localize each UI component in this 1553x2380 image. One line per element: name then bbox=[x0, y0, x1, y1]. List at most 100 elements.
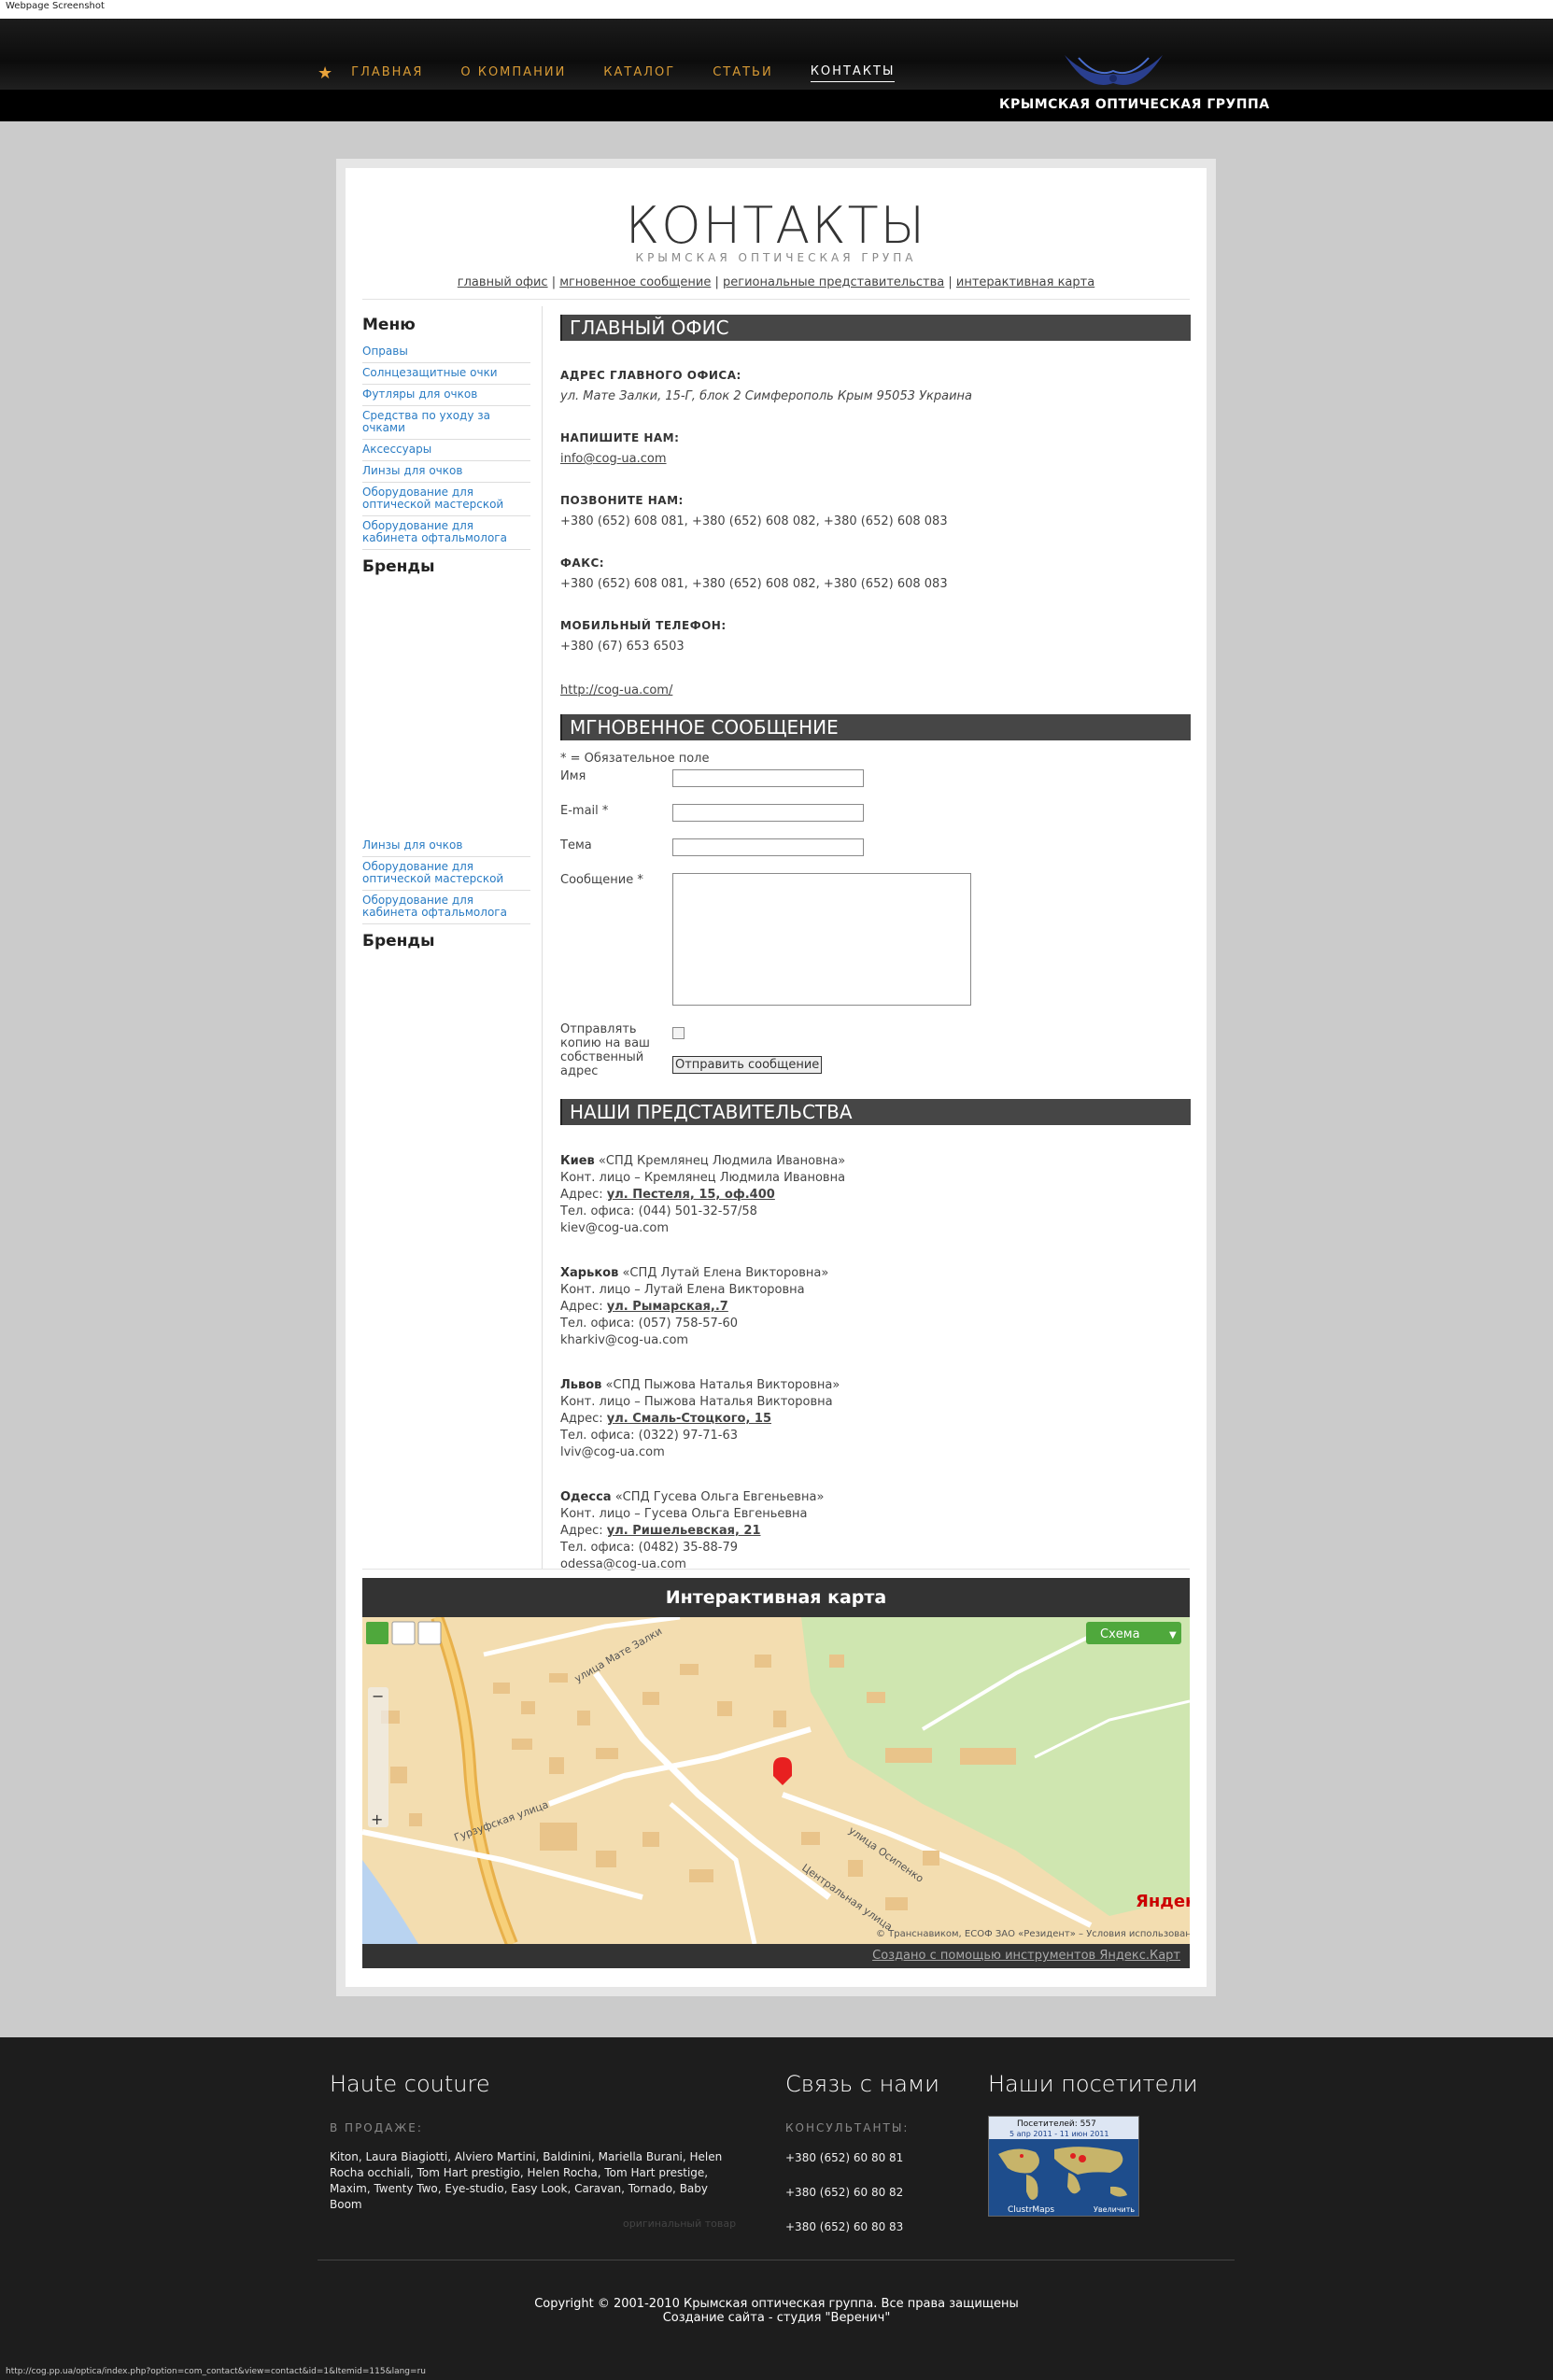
sidebar-item-ophthalmology[interactable]: Оборудование для кабинета офтальмолога bbox=[362, 516, 530, 550]
nav-contacts[interactable]: КОНТАКТЫ bbox=[810, 64, 896, 82]
content-panel: КОНТАКТЫ КРЫМСКАЯ ОПТИЧЕСКАЯ ГРУПА главн… bbox=[336, 159, 1216, 1996]
svg-text:−: − bbox=[372, 1687, 384, 1705]
copy-checkbox[interactable] bbox=[672, 1027, 685, 1039]
section-links: главный офис | мгновенное сообщение | ре… bbox=[457, 275, 1095, 289]
rep-address-link[interactable]: ул. Ришельевская, 21 bbox=[607, 1524, 761, 1538]
nav-catalog[interactable]: КАТАЛОГ bbox=[603, 65, 675, 82]
divider bbox=[362, 1569, 1190, 1570]
map-copyright: © Транснавиком, ЕСОФ ЗАО «Резидент» – Ус… bbox=[876, 1929, 1190, 1939]
section-representatives: НАШИ ПРЕДСТАВИТЕЛЬСТВА bbox=[560, 1099, 1191, 1125]
footer-col1-sub: В ПРОДАЖЕ: bbox=[330, 2121, 423, 2134]
svg-text:+: + bbox=[371, 1810, 383, 1828]
email-link[interactable]: info@cog-ua.com bbox=[560, 452, 667, 466]
map-footer-link[interactable]: Создано с помощью инструментов Яндекс.Ка… bbox=[362, 1944, 1190, 1968]
address-value: ул. Мате Залки, 15-Г, блок 2 Симферополь… bbox=[560, 389, 973, 403]
yandex-map[interactable]: Схема ▼ − + Гурзуфская улица улица Мате … bbox=[362, 1617, 1190, 1944]
sidebar-item-care[interactable]: Средства по уходу за очками bbox=[362, 406, 530, 440]
link-regional-offices[interactable]: региональные представительства bbox=[723, 275, 944, 289]
star-icon: ★ bbox=[318, 63, 333, 83]
fax-label: ФАКС: bbox=[560, 556, 605, 570]
studio-credit: Создание сайта - студия "Веренич" bbox=[662, 2311, 891, 2325]
name-label: Имя bbox=[560, 769, 586, 783]
nav-articles[interactable]: СТАТЬИ bbox=[713, 65, 773, 82]
rep-address-link[interactable]: ул. Рымарская,.7 bbox=[607, 1300, 728, 1314]
mobile-label: МОБИЛЬНЫЙ ТЕЛЕФОН: bbox=[560, 619, 727, 632]
rep-odessa: Одесса «СПД Гусева Ольга Евгеньевна» Кон… bbox=[560, 1490, 825, 1571]
required-note: * = Обязательное поле bbox=[560, 752, 710, 766]
rep-kharkiv: Харьков «СПД Лутай Елена Викторовна» Кон… bbox=[560, 1266, 829, 1347]
footer-col2-title: Связь с нами bbox=[785, 2071, 939, 2097]
site-footer bbox=[0, 2037, 1553, 2380]
message-textarea[interactable] bbox=[672, 873, 971, 1006]
sidebar-item-frames[interactable]: Оправы bbox=[362, 342, 530, 363]
sidebar-item-sunglasses[interactable]: Солнцезащитные очки bbox=[362, 363, 530, 385]
fax-value: +380 (652) 608 081, +380 (652) 608 082, … bbox=[560, 577, 948, 591]
site-header: ★ ГЛАВНАЯ О КОМПАНИИ КАТАЛОГ СТАТЬИ КОНТ… bbox=[0, 19, 1553, 90]
world-map-icon: Посетителей: 557 5 апр 2011 - 11 июн 201… bbox=[989, 2117, 1138, 2216]
sidebar-item-workshop-2[interactable]: Оборудование для оптической мастерской bbox=[362, 857, 530, 891]
rep-address-link[interactable]: ул. Пестеля, 15, оф.400 bbox=[607, 1188, 775, 1202]
message-label: Сообщение * bbox=[560, 873, 643, 887]
svg-text:5 апр 2011 - 11 июн 2011: 5 апр 2011 - 11 июн 2011 bbox=[1009, 2130, 1109, 2138]
sidebar-brands-area bbox=[362, 584, 530, 836]
footer-note: оригинальный товар bbox=[623, 2218, 737, 2230]
section-main-office: ГЛАВНЫЙ ОФИС bbox=[560, 315, 1191, 341]
phone-label: ПОЗВОНИТЕ НАМ: bbox=[560, 494, 684, 507]
map-scheme-label[interactable]: Схема bbox=[1100, 1627, 1140, 1641]
email-field-label: E-mail * bbox=[560, 804, 609, 818]
footer-brands: Kiton, Laura Biagiotti, Alviero Martini,… bbox=[330, 2150, 723, 2211]
sidebar-item-lenses[interactable]: Линзы для очков bbox=[362, 461, 530, 483]
divider bbox=[362, 299, 1190, 300]
rep-address-link[interactable]: ул. Смаль-Стоцкого, 15 bbox=[607, 1412, 771, 1426]
sidebar-item-accessories[interactable]: Аксессуары bbox=[362, 440, 530, 461]
email-label: НАПИШИТЕ НАМ: bbox=[560, 431, 680, 444]
screenshot-caption: Webpage Screenshot bbox=[0, 0, 1553, 19]
email-input[interactable] bbox=[672, 804, 864, 822]
sidebar-brands-title: Бренды bbox=[362, 557, 435, 576]
contact-content: ГЛАВНЫЙ ОФИС АДРЕС ГЛАВНОГО ОФИСА: ул. М… bbox=[560, 315, 1191, 1573]
nav-about[interactable]: О КОМПАНИИ bbox=[460, 65, 566, 82]
sidebar-item-ophthalmology-2[interactable]: Оборудование для кабинета офтальмолога bbox=[362, 891, 530, 924]
phone-value: +380 (652) 608 081, +380 (652) 608 082, … bbox=[560, 514, 948, 528]
sidebar: Меню Оправы Солнцезащитные очки Футляры … bbox=[362, 308, 530, 958]
map-title: Интерактивная карта bbox=[362, 1578, 1190, 1617]
copyright: Copyright © 2001-2010 Крымская оптическа… bbox=[0, 2297, 1553, 2325]
page-title: КОНТАКТЫ bbox=[625, 196, 927, 255]
link-interactive-map[interactable]: интерактивная карта bbox=[956, 275, 1094, 289]
submit-button[interactable]: Отправить сообщение bbox=[672, 1056, 823, 1074]
copy-label: Отправлять копию на ваш собственный адре… bbox=[560, 1022, 650, 1078]
sidebar-menu-title: Меню bbox=[362, 316, 416, 334]
yandex-logo: Яндекс bbox=[1136, 1892, 1190, 1911]
subject-input[interactable] bbox=[672, 838, 864, 856]
svg-text:▼: ▼ bbox=[1169, 1630, 1177, 1641]
nav-home[interactable]: ГЛАВНАЯ bbox=[351, 65, 423, 82]
footer-col1-title: Haute couture bbox=[330, 2071, 490, 2097]
svg-text:Посетителей: 557: Посетителей: 557 bbox=[1017, 2119, 1096, 2129]
sidebar-item-lenses-2[interactable]: Линзы для очков bbox=[362, 836, 530, 857]
address-label: АДРЕС ГЛАВНОГО ОФИСА: bbox=[560, 369, 741, 382]
svg-text:Увеличить: Увеличить bbox=[1094, 2205, 1135, 2214]
sidebar-item-cases[interactable]: Футляры для очков bbox=[362, 385, 530, 406]
link-main-office[interactable]: главный офис bbox=[458, 275, 548, 289]
map-canvas: Схема ▼ − + Гурзуфская улица улица Мате … bbox=[362, 1617, 1190, 1944]
header-bar bbox=[0, 90, 1553, 121]
visitor-map-widget[interactable]: Посетителей: 557 5 апр 2011 - 11 июн 201… bbox=[988, 2116, 1139, 2217]
footer-phone-3: +380 (652) 60 80 83 bbox=[785, 2220, 904, 2233]
status-url: http://cog.pp.ua/optica/index.php?option… bbox=[6, 2367, 426, 2376]
sidebar-brands-title-2: Бренды bbox=[362, 932, 435, 951]
link-instant-message[interactable]: мгновенное сообщение bbox=[559, 275, 711, 289]
main-nav: ★ ГЛАВНАЯ О КОМПАНИИ КАТАЛОГ СТАТЬИ КОНТ… bbox=[318, 63, 932, 83]
svg-text:ClustrMaps: ClustrMaps bbox=[1008, 2205, 1054, 2215]
rep-lviv: Львов «СПД Пыжова Наталья Викторовна» Ко… bbox=[560, 1378, 840, 1459]
brand-name: КРЫМСКАЯ ОПТИЧЕСКАЯ ГРУППА bbox=[999, 97, 1270, 112]
section-instant-message: МГНОВЕННОЕ СООБЩЕНИЕ bbox=[560, 714, 1191, 740]
footer-col3-title: Наши посетители bbox=[988, 2071, 1198, 2097]
footer-phone-2: +380 (652) 60 80 82 bbox=[785, 2186, 904, 2199]
website-link[interactable]: http://cog-ua.com/ bbox=[560, 683, 672, 697]
mobile-value: +380 (67) 653 6503 bbox=[560, 640, 685, 654]
page-subtitle: КРЫМСКАЯ ОПТИЧЕСКАЯ ГРУПА bbox=[635, 251, 917, 264]
sidebar-divider bbox=[542, 306, 543, 1569]
name-input[interactable] bbox=[672, 769, 864, 787]
rep-kiev: Киев «СПД Кремлянец Людмила Ивановна» Ко… bbox=[560, 1154, 846, 1235]
sidebar-item-workshop[interactable]: Оборудование для оптической мастерской bbox=[362, 483, 530, 516]
